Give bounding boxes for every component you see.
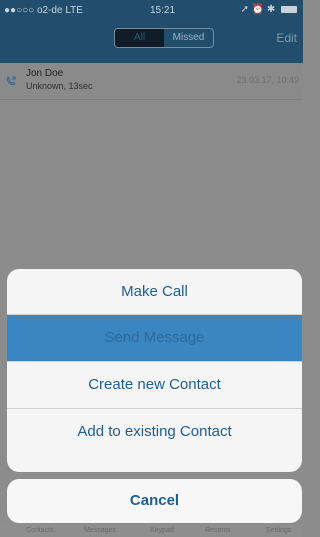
create-new-contact-button[interactable]: Create new Contact bbox=[7, 362, 302, 409]
segment-all[interactable]: All bbox=[115, 29, 164, 47]
send-message-button[interactable]: Send Message bbox=[7, 315, 302, 362]
status-icons: ➚ ⏰ ✱ bbox=[240, 4, 297, 15]
navigation-header: ●●○○○ o2-de LTE 15:21 ➚ ⏰ ✱ All Missed E… bbox=[0, 0, 303, 63]
location-alarm-bluetooth-icons: ➚ ⏰ ✱ bbox=[240, 4, 276, 15]
make-call-button[interactable]: Make Call bbox=[7, 269, 302, 315]
filter-segmented-control[interactable]: All Missed bbox=[114, 28, 214, 48]
tab-messages[interactable]: Messages bbox=[84, 527, 116, 534]
carrier-signal: ●●○○○ o2-de LTE bbox=[4, 5, 83, 16]
tab-keypad[interactable]: Keypad bbox=[150, 527, 174, 534]
contact-name: Jon Doe bbox=[26, 68, 64, 79]
call-detail: Unknown, 13sec bbox=[26, 81, 93, 91]
segment-missed[interactable]: Missed bbox=[164, 29, 213, 47]
action-sheet: Make Call Send Message Create new Contac… bbox=[7, 269, 302, 472]
tab-bar: Contacts Messages Keypad Recents Setting… bbox=[0, 524, 303, 537]
tab-settings[interactable]: Settings bbox=[266, 527, 291, 534]
call-list-item[interactable]: Jon Doe Unknown, 13sec 23.03.17, 10:49 bbox=[0, 63, 303, 100]
battery-icon bbox=[281, 5, 297, 13]
call-date: 23.03.17, 10:49 bbox=[236, 75, 299, 85]
cancel-button[interactable]: Cancel bbox=[7, 479, 302, 523]
add-to-existing-contact-button[interactable]: Add to existing Contact bbox=[7, 409, 302, 455]
edit-button[interactable]: Edit bbox=[276, 31, 297, 45]
recents-screen: ●●○○○ o2-de LTE 15:21 ➚ ⏰ ✱ All Missed E… bbox=[0, 0, 303, 537]
tab-recents[interactable]: Recents bbox=[205, 527, 231, 534]
status-bar: ●●○○○ o2-de LTE 15:21 ➚ ⏰ ✱ bbox=[0, 0, 303, 22]
outgoing-call-icon bbox=[6, 76, 16, 86]
tab-contacts[interactable]: Contacts bbox=[26, 527, 54, 534]
status-time: 15:21 bbox=[150, 5, 176, 16]
